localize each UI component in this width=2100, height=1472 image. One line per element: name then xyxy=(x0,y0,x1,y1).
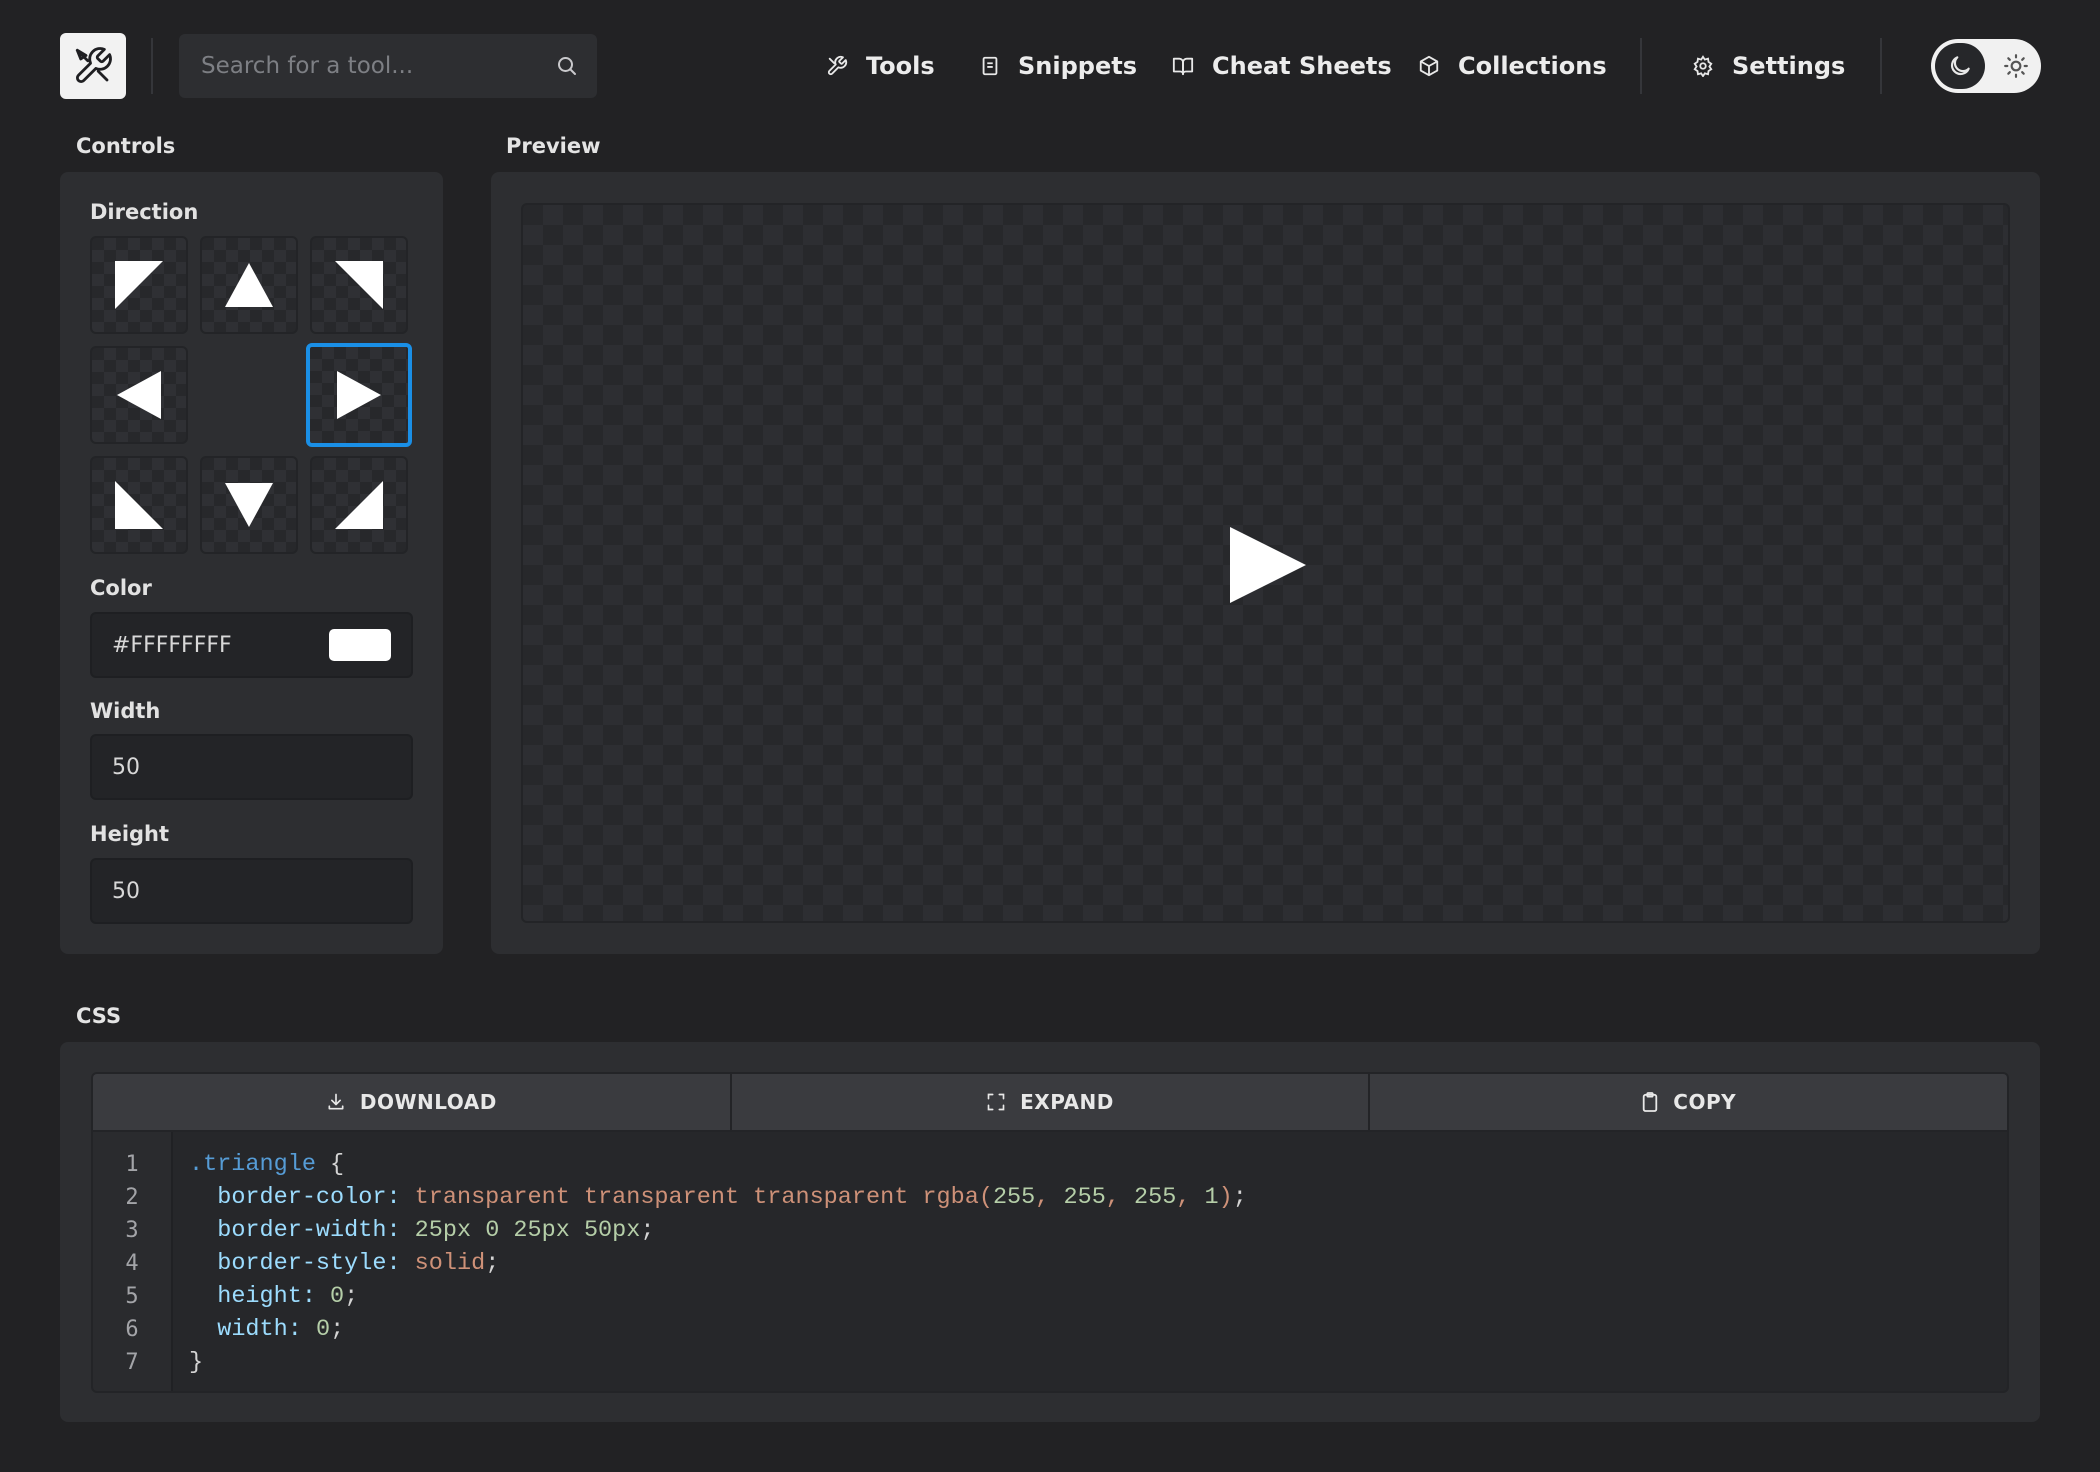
download-label: DOWNLOAD xyxy=(359,1090,497,1114)
triangle-bottom-right-icon xyxy=(335,481,383,529)
height-label: Height xyxy=(90,822,170,846)
line-number: 4 xyxy=(125,1251,139,1276)
clipboard-icon xyxy=(1643,1092,1658,1112)
triangle-top-left-icon xyxy=(115,261,163,309)
expand-icon xyxy=(987,1093,1005,1111)
code-line: } xyxy=(189,1349,204,1376)
nav-settings[interactable]: Settings xyxy=(1692,40,1845,92)
color-field[interactable] xyxy=(90,612,413,678)
width-input[interactable] xyxy=(112,754,391,780)
code-line: border-color: transparent transparent tr… xyxy=(217,1184,1247,1211)
code-editor[interactable]: 1 2 3 4 5 6 7 .triangle { border-color: … xyxy=(91,1130,2009,1393)
tools-logo-icon xyxy=(75,47,112,83)
triangle-left-icon xyxy=(117,371,161,419)
expand-label: EXPAND xyxy=(1020,1090,1114,1114)
gear-icon xyxy=(1693,55,1713,77)
nav-cheat-sheets[interactable]: Cheat Sheets xyxy=(1172,40,1392,92)
nav-snippets-label: Snippets xyxy=(1018,52,1137,80)
line-number: 2 xyxy=(125,1185,139,1210)
header-divider xyxy=(151,38,153,94)
logo[interactable] xyxy=(60,33,126,99)
direction-left-button[interactable] xyxy=(90,346,188,444)
preview-title: Preview xyxy=(506,134,601,158)
direction-right-button[interactable] xyxy=(306,343,412,447)
color-swatch[interactable] xyxy=(329,629,391,661)
top-header: Tools Snippets Cheat Sheets Collections … xyxy=(0,0,2100,130)
nav-cheat-sheets-label: Cheat Sheets xyxy=(1212,52,1392,80)
width-label: Width xyxy=(90,699,161,723)
controls-panel: Direction Color Width Height xyxy=(60,172,443,954)
nav-tools[interactable]: Tools xyxy=(826,40,935,92)
search-input[interactable] xyxy=(201,53,555,79)
direction-bottom-button[interactable] xyxy=(200,456,298,554)
copy-label: COPY xyxy=(1673,1090,1737,1114)
search-bar[interactable] xyxy=(179,34,597,98)
height-field[interactable] xyxy=(90,858,413,924)
toggle-divider xyxy=(1880,38,1882,94)
code-line: .triangle { xyxy=(189,1151,345,1178)
box-icon xyxy=(1419,55,1439,77)
triangle-up-icon xyxy=(225,263,273,307)
nav-collections[interactable]: Collections xyxy=(1418,40,1607,92)
snippet-icon xyxy=(982,56,998,76)
theme-toggle[interactable] xyxy=(1931,39,2041,93)
tools-icon xyxy=(827,55,848,76)
triangle-bottom-left-icon xyxy=(115,481,163,529)
moon-icon xyxy=(1950,56,1970,76)
theme-toggle-knob xyxy=(1935,43,1985,89)
preview-triangle xyxy=(1230,527,1306,603)
direction-top-right-button[interactable] xyxy=(310,236,408,334)
book-icon xyxy=(1172,57,1194,76)
code-toolbar: DOWNLOAD EXPAND COPY xyxy=(91,1072,2009,1130)
expand-button[interactable]: EXPAND xyxy=(731,1074,1371,1130)
download-button[interactable]: DOWNLOAD xyxy=(93,1074,732,1130)
code-lines: .triangle { border-color: transparent tr… xyxy=(173,1132,1247,1391)
code-line: height: 0; xyxy=(217,1283,359,1310)
code-line: border-width: 25px 0 25px 50px; xyxy=(217,1217,655,1244)
line-number: 6 xyxy=(125,1317,139,1342)
line-number: 5 xyxy=(125,1284,139,1309)
line-number: 3 xyxy=(125,1218,139,1243)
direction-label: Direction xyxy=(90,200,199,224)
line-number: 1 xyxy=(125,1152,139,1177)
direction-bottom-right-button[interactable] xyxy=(310,456,408,554)
triangle-top-right-icon xyxy=(335,261,383,309)
triangle-down-icon xyxy=(225,483,273,527)
line-number: 7 xyxy=(125,1350,139,1375)
triangle-right-icon xyxy=(337,371,381,419)
color-label: Color xyxy=(90,576,152,600)
nav-settings-label: Settings xyxy=(1732,52,1846,80)
code-line: border-style: solid; xyxy=(217,1250,500,1277)
nav-snippets[interactable]: Snippets xyxy=(980,40,1137,92)
direction-top-button[interactable] xyxy=(200,236,298,334)
nav-divider xyxy=(1640,38,1642,94)
height-input[interactable] xyxy=(112,878,391,904)
direction-top-left-button[interactable] xyxy=(90,236,188,334)
nav-tools-label: Tools xyxy=(866,52,935,80)
search-icon[interactable] xyxy=(555,54,579,78)
code-line: width: 0; xyxy=(217,1316,345,1343)
line-number-gutter: 1 2 3 4 5 6 7 xyxy=(93,1132,173,1391)
width-field[interactable] xyxy=(90,734,413,800)
preview-canvas xyxy=(521,203,2010,923)
download-icon xyxy=(328,1093,344,1110)
sun-icon xyxy=(2001,51,2031,81)
direction-bottom-left-button[interactable] xyxy=(90,456,188,554)
nav-collections-label: Collections xyxy=(1458,52,1607,80)
controls-title: Controls xyxy=(76,134,176,158)
copy-button[interactable]: COPY xyxy=(1370,1074,2007,1130)
css-title: CSS xyxy=(76,1004,122,1028)
